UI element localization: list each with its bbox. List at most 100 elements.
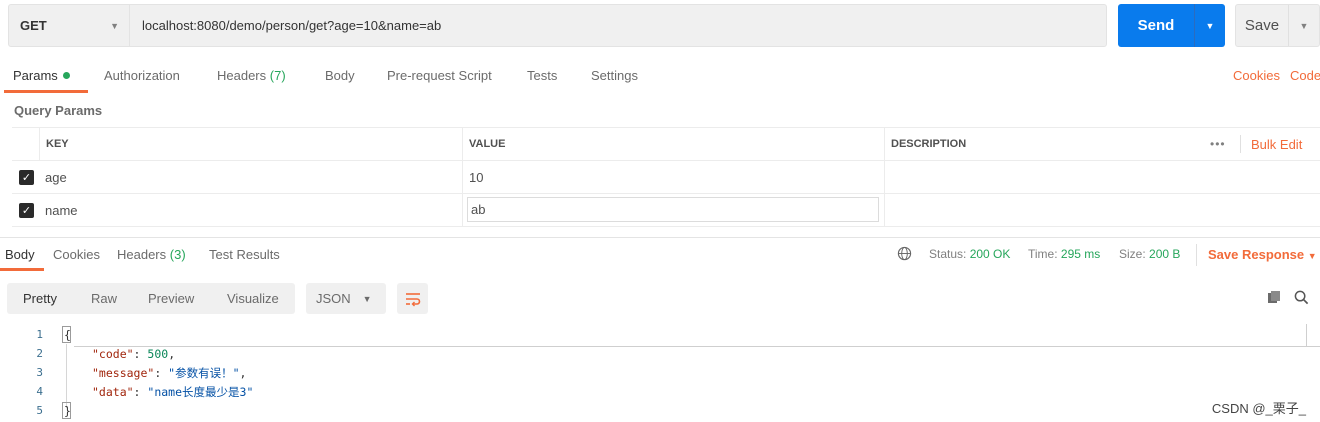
line-number: 5 xyxy=(36,404,43,417)
code-text: "code": 500, xyxy=(92,346,176,361)
column-header-key: KEY xyxy=(39,128,462,160)
code-text: "message": "参数有误！", xyxy=(92,365,247,380)
tab-response-body[interactable]: Body xyxy=(5,247,35,262)
param-description-cell[interactable] xyxy=(884,194,1320,226)
query-params-title: Query Params xyxy=(14,103,103,118)
tab-headers-label: Headers xyxy=(217,68,267,83)
json-key: "message" xyxy=(92,365,155,380)
chevron-down-icon: ▼ xyxy=(362,293,372,304)
more-options-icon[interactable]: ••• xyxy=(1210,128,1226,160)
wrap-lines-button[interactable] xyxy=(397,283,428,314)
param-value-cell: ab xyxy=(462,194,884,226)
tab-test-results[interactable]: Test Results xyxy=(209,247,280,262)
code-line: 4 "data": "name长度最少是3" xyxy=(0,382,1320,401)
param-value-cell[interactable]: 10 xyxy=(462,161,884,193)
size-value: 200 B xyxy=(1149,247,1181,261)
chevron-down-icon[interactable]: ▼ xyxy=(1289,21,1319,31)
bulk-divider xyxy=(1240,135,1241,153)
cookies-link[interactable]: Cookies xyxy=(1233,68,1280,83)
response-divider xyxy=(0,237,1320,238)
search-icon[interactable] xyxy=(1294,290,1309,305)
line-number: 2 xyxy=(36,347,43,360)
json-value: 500 xyxy=(147,346,169,361)
save-response-button[interactable]: Save Response ▼ xyxy=(1208,247,1317,262)
url-bar: GET ▼ localhost:8080/demo/person/get?age… xyxy=(8,4,1107,47)
size-text: Size: 200 B xyxy=(1119,247,1180,261)
json-value: "name长度最少是3" xyxy=(147,384,254,399)
method-select[interactable]: GET ▼ xyxy=(9,5,130,46)
code-line: 2 "code": 500, xyxy=(0,344,1320,363)
copy-icon[interactable] xyxy=(1267,290,1281,304)
code-line: 5 } xyxy=(0,401,1320,420)
tab-authorization[interactable]: Authorization xyxy=(104,68,180,83)
json-key: "code" xyxy=(92,346,134,361)
param-description-cell[interactable] xyxy=(884,161,1320,193)
tab-body[interactable]: Body xyxy=(325,68,355,83)
time-text: Time: 295 ms xyxy=(1028,247,1100,261)
param-key-cell[interactable]: name xyxy=(39,194,462,226)
format-raw[interactable]: Raw xyxy=(91,291,117,306)
bulk-edit-button[interactable]: Bulk Edit xyxy=(1251,128,1302,160)
column-header-value: VALUE xyxy=(462,128,884,160)
url-input[interactable]: localhost:8080/demo/person/get?age=10&na… xyxy=(130,18,441,33)
send-label: Send xyxy=(1137,17,1175,34)
checkbox-icon[interactable]: ✓ xyxy=(19,203,34,218)
size-label: Size: xyxy=(1119,247,1146,261)
param-key-cell[interactable]: age xyxy=(39,161,462,193)
chevron-down-icon: ▼ xyxy=(110,20,119,31)
time-label: Time: xyxy=(1028,247,1058,261)
table-row: ✓ age 10 xyxy=(12,161,1320,194)
param-value-input[interactable]: ab xyxy=(467,197,879,222)
format-pretty[interactable]: Pretty xyxy=(23,291,57,306)
params-table: KEY VALUE DESCRIPTION ••• Bulk Edit ✓ ag… xyxy=(12,127,1320,237)
status-text: Status: 200 OK xyxy=(929,247,1010,261)
send-button[interactable]: Send ▼ xyxy=(1118,4,1225,47)
response-headers-count: (3) xyxy=(169,247,186,262)
time-value: 295 ms xyxy=(1060,247,1101,261)
tab-response-headers-label: Headers xyxy=(117,247,167,262)
tab-tests[interactable]: Tests xyxy=(527,68,557,83)
language-select[interactable]: JSON ▼ xyxy=(306,283,386,314)
active-tab-underline xyxy=(4,90,88,93)
response-body-viewer[interactable]: 1 { 2 "code": 500, 3 "message": "参数有误！",… xyxy=(0,324,1320,422)
table-row: ✓ name ab xyxy=(12,194,1320,227)
code-text: "data": "name长度最少是3" xyxy=(92,384,254,399)
checkbox-icon[interactable]: ✓ xyxy=(19,170,34,185)
active-tab-underline xyxy=(0,268,44,271)
line-number: 4 xyxy=(36,385,43,398)
params-header-row: KEY VALUE DESCRIPTION ••• Bulk Edit xyxy=(12,128,1320,161)
tab-params-label: Params xyxy=(13,68,58,83)
tab-prerequest-script[interactable]: Pre-request Script xyxy=(387,68,492,83)
tab-headers[interactable]: Headers (7) xyxy=(217,68,286,83)
tab-response-headers[interactable]: Headers (3) xyxy=(117,247,186,262)
line-number: 3 xyxy=(36,366,43,379)
close-brace: } xyxy=(64,403,71,418)
open-brace: { xyxy=(64,327,71,342)
chevron-down-icon: ▼ xyxy=(1307,251,1317,261)
tab-settings[interactable]: Settings xyxy=(591,68,638,83)
save-button[interactable]: Save ▼ xyxy=(1235,4,1320,47)
language-label: JSON xyxy=(316,291,351,306)
request-tabs: Params Authorization Headers (7) Body Pr… xyxy=(0,60,1320,94)
format-visualize[interactable]: Visualize xyxy=(227,291,279,306)
headers-count: (7) xyxy=(269,68,286,83)
tab-response-cookies[interactable]: Cookies xyxy=(53,247,100,262)
save-response-label: Save Response xyxy=(1208,247,1305,262)
watermark: CSDN @_栗子_ xyxy=(1211,401,1306,416)
code-link[interactable]: Code xyxy=(1290,68,1320,83)
line-number: 1 xyxy=(36,328,43,341)
active-dot-icon xyxy=(62,72,70,79)
status-label: Status: xyxy=(929,247,967,261)
format-preview[interactable]: Preview xyxy=(148,291,194,306)
status-divider xyxy=(1196,244,1197,266)
save-label: Save xyxy=(1244,17,1280,34)
method-label: GET xyxy=(20,18,47,33)
tab-params[interactable]: Params xyxy=(13,68,70,83)
format-mode-group: Pretty Raw Preview Visualize xyxy=(7,283,295,314)
globe-icon[interactable] xyxy=(897,246,912,261)
code-line: 3 "message": "参数有误！", xyxy=(0,363,1320,382)
status-value: 200 OK xyxy=(969,247,1011,261)
json-key: "data" xyxy=(92,384,134,399)
chevron-down-icon[interactable]: ▼ xyxy=(1195,21,1225,31)
code-line: 1 { xyxy=(0,325,1320,344)
